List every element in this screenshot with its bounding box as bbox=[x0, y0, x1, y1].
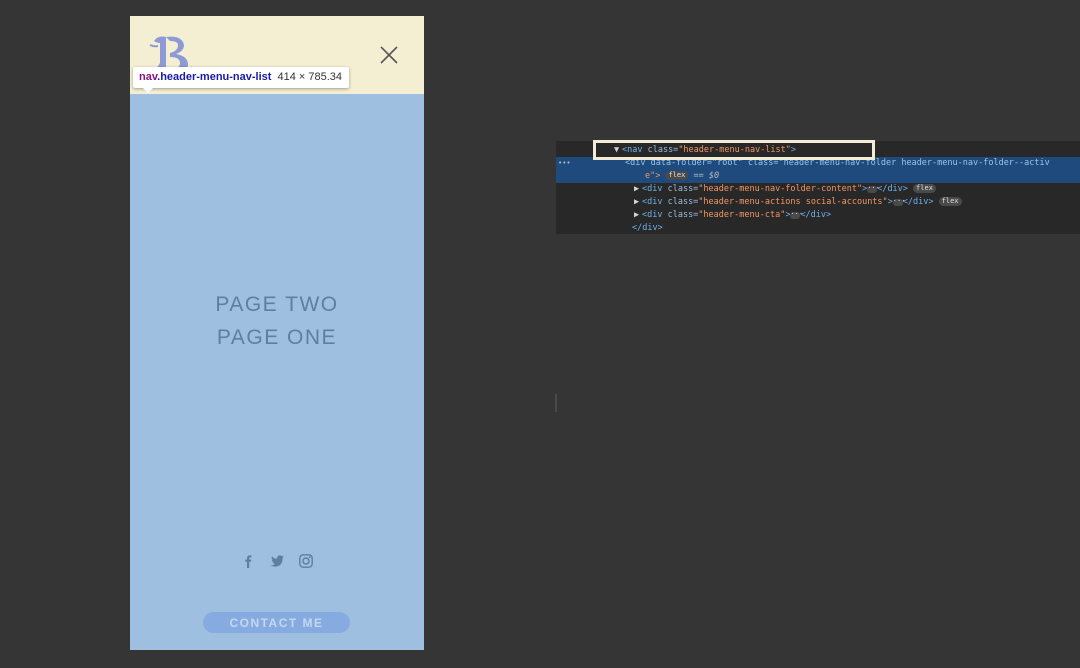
dom-node-cta[interactable]: ▶ <div class="header-menu-cta">···</div> bbox=[556, 209, 1080, 222]
collapsed-content-icon[interactable]: ··· bbox=[892, 198, 905, 206]
facebook-icon[interactable] bbox=[240, 553, 256, 569]
inspector-tooltip: nav.header-menu-nav-list 414 × 785.34 bbox=[133, 67, 349, 88]
contact-me-button[interactable]: CONTACT ME bbox=[203, 612, 350, 633]
header-menu-nav-list: PAGE TWO PAGE ONE bbox=[130, 288, 424, 354]
close-menu-icon[interactable] bbox=[378, 44, 400, 66]
flex-badge[interactable]: flex bbox=[665, 171, 689, 180]
dom-node-closing: </div> bbox=[632, 223, 663, 233]
collapsed-triangle-icon[interactable]: ▶ bbox=[634, 183, 642, 196]
flex-badge[interactable]: flex bbox=[938, 197, 962, 206]
dom-node-folder-content[interactable]: ▶ <div class="header-menu-nav-folder-cont… bbox=[556, 183, 1080, 196]
cursor-line bbox=[555, 394, 557, 412]
collapsed-content-icon[interactable]: ··· bbox=[790, 211, 803, 219]
more-options-icon[interactable]: ••• bbox=[558, 157, 571, 170]
social-accounts bbox=[130, 553, 424, 573]
collapsed-content-icon[interactable]: ··· bbox=[867, 185, 880, 193]
collapsed-triangle-icon[interactable]: ▶ bbox=[634, 209, 642, 222]
dom-node-folder-root-cont[interactable]: e"> flex == $0 bbox=[556, 170, 1080, 183]
twitter-icon[interactable] bbox=[269, 553, 285, 569]
tooltip-dimensions: 414 × 785.34 bbox=[277, 71, 342, 83]
mobile-preview: PAGE TWO PAGE ONE CONTACT ME bbox=[130, 16, 424, 650]
console-ref: == $0 bbox=[693, 171, 720, 181]
nav-link-page-two[interactable]: PAGE TWO bbox=[130, 288, 424, 321]
collapsed-triangle-icon[interactable]: ▶ bbox=[634, 196, 642, 209]
tooltip-tag: nav bbox=[139, 71, 158, 83]
nav-link-page-one[interactable]: PAGE ONE bbox=[130, 321, 424, 354]
flex-badge[interactable]: flex bbox=[913, 184, 936, 193]
tooltip-arrow bbox=[143, 88, 153, 93]
selected-node-highlight bbox=[593, 140, 875, 160]
dom-node-social-accounts[interactable]: ▶ <div class="header-menu-actions social-… bbox=[556, 196, 1080, 209]
instagram-icon[interactable] bbox=[298, 553, 314, 569]
tooltip-class: .header-menu-nav-list bbox=[157, 71, 272, 83]
